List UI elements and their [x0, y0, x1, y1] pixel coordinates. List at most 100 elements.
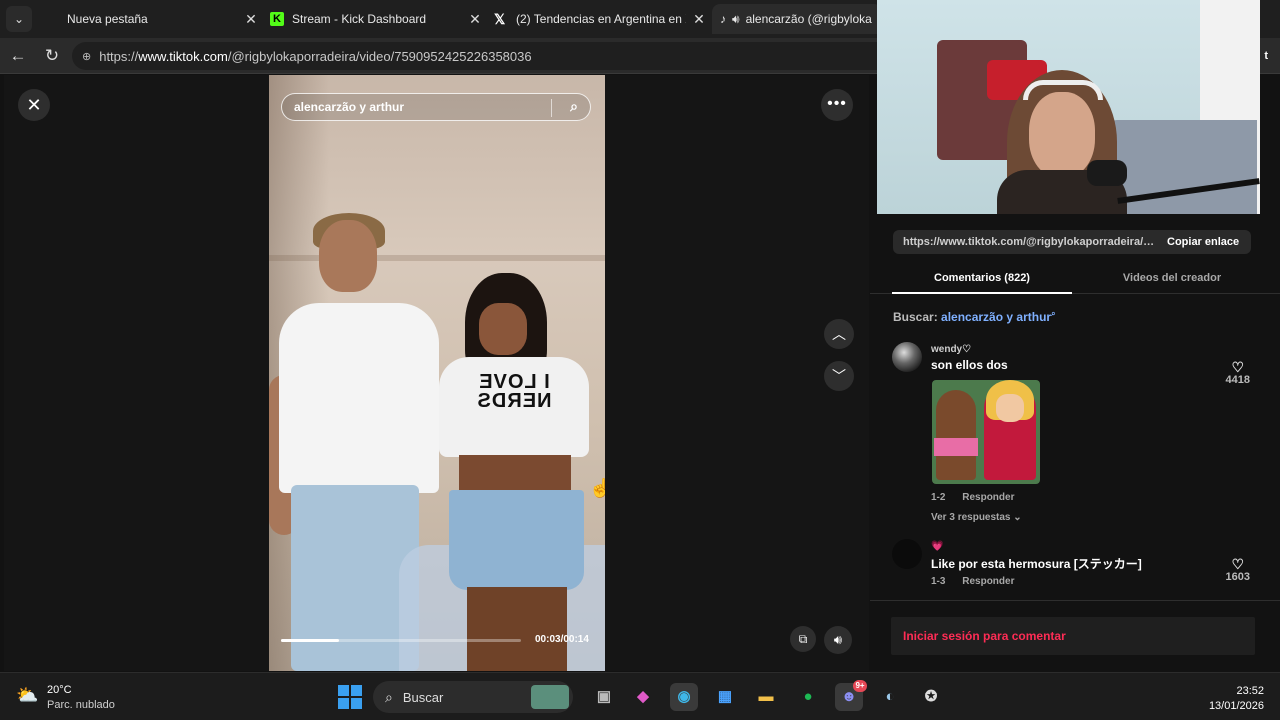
heart-icon: ♡	[1231, 359, 1245, 375]
previous-video-button[interactable]: ︿	[824, 319, 854, 349]
discord-icon[interactable]: ☻ 9+	[835, 680, 867, 711]
video-search-bar[interactable]: alencarzão y arthur ⌕	[281, 93, 591, 121]
copilot-icon[interactable]: ◆	[629, 683, 657, 711]
share-link-box: https://www.tiktok.com/@rigbylokaporrade…	[893, 230, 1251, 254]
volume-button[interactable]: 🔊︎	[824, 626, 852, 654]
picture-in-picture-button[interactable]: ⧉	[790, 626, 816, 652]
reply-button[interactable]: Responder	[962, 492, 1014, 503]
tab-title: (2) Tendencias en Argentina en X	[516, 12, 686, 26]
task-view-icon[interactable]: ▣	[590, 683, 618, 711]
taskbar: ⛅ 20°C Parc. nublado ⌕ Buscar ▣ ◆ ◉ ▦ ▬ …	[0, 672, 1280, 720]
tiktok-logo-icon: ♪	[720, 12, 726, 26]
woman-face	[479, 303, 527, 355]
like-count: 1603	[1225, 571, 1250, 583]
active-tab-indicator	[892, 292, 1072, 294]
clock-date: 13/01/2026	[1208, 700, 1264, 712]
comment-meta: 1-2 Responder	[931, 492, 1014, 503]
search-divider	[551, 99, 552, 117]
shirt-print: I LOVE NERDS	[476, 371, 552, 412]
site-info-icon[interactable]: ⊕	[82, 50, 91, 63]
speaker-icon[interactable]: 🔊︎	[732, 12, 740, 27]
tab-new-tab[interactable]: Nueva pestaña ✕	[44, 4, 260, 34]
like-button[interactable]: ♡ 4418	[1226, 360, 1250, 386]
tab-title: Nueva pestaña	[67, 12, 148, 26]
reply-button[interactable]: Responder	[962, 576, 1014, 587]
view-replies-button[interactable]: Ver 3 respuestas ⌄	[931, 512, 1022, 523]
tab-tiktok-active[interactable]: ♪ 🔊︎ alencarzão (@rigbyloka	[712, 4, 882, 34]
x-logo-icon: 𝕏	[494, 10, 506, 27]
avatar[interactable]	[892, 342, 922, 372]
comment-item: 💗 Like por esta hermosura [ステッカー] 1-3 Re…	[892, 539, 1258, 599]
extension-label[interactable]: t	[1264, 50, 1268, 62]
comments-panel: https://www.tiktok.com/@rigbylokaporrade…	[870, 214, 1280, 671]
panel-tabs: Comentarios (822) Videos del creador	[870, 266, 1280, 294]
like-count: 4418	[1225, 374, 1250, 386]
comment-text: Like por esta hermosura [ステッカー]	[931, 557, 1142, 571]
taskbar-search-label: Buscar	[402, 689, 444, 705]
close-icon: ✕	[26, 95, 42, 115]
close-tab-icon[interactable]: ✕	[242, 10, 260, 28]
windows-start-button[interactable]	[338, 685, 362, 709]
comment-username[interactable]: 💗	[931, 541, 943, 552]
avatar[interactable]	[892, 539, 922, 569]
comment-sticker-image[interactable]	[932, 380, 1040, 484]
system-clock[interactable]: 23:52 13/01/2026	[1209, 684, 1264, 714]
comment-meta: 1-3 Responder	[931, 576, 1014, 587]
login-to-comment-button[interactable]: Iniciar sesión para comentar	[891, 617, 1255, 655]
weather-temperature[interactable]: 20°C	[47, 684, 72, 696]
weather-description[interactable]: Parc. nublado	[47, 699, 115, 711]
heart-icon: ♡	[1231, 556, 1245, 572]
man-shirt	[279, 303, 439, 493]
spotify-icon[interactable]: ●	[794, 683, 822, 711]
tab-comments[interactable]: Comentarios (822)	[892, 272, 1072, 284]
headphones-icon	[1023, 80, 1103, 100]
file-explorer-icon[interactable]: ▬	[752, 683, 780, 711]
sticker-figure-top	[934, 438, 978, 456]
notification-badge: 9+	[853, 680, 867, 692]
video-stage: ✕ ••• I LOVE NERDS alencarzão y arthur ⌕…	[4, 75, 869, 671]
copy-link-button[interactable]: Copiar enlace	[1157, 236, 1239, 248]
comment-username[interactable]: wendy♡	[931, 344, 971, 355]
ellipsis-icon: •••	[827, 95, 847, 112]
woman-torso	[459, 455, 571, 495]
close-video-button[interactable]: ✕	[18, 89, 50, 121]
video-progress-bar[interactable]	[281, 639, 521, 642]
tab-kick-dashboard[interactable]: K Stream - Kick Dashboard ✕	[268, 4, 484, 34]
tiktok-page: ✕ ••• I LOVE NERDS alencarzão y arthur ⌕…	[0, 0, 1280, 671]
taskbar-search[interactable]: ⌕ Buscar	[373, 681, 573, 713]
url-path: /@rigbylokaporradeira/video/759095242522…	[227, 48, 532, 64]
tab-x-trends[interactable]: 𝕏 (2) Tendencias en Argentina en X ✕	[492, 4, 708, 34]
tab-title: alencarzão (@rigbyloka	[745, 12, 872, 26]
chevron-down-icon: ﹀	[832, 368, 846, 384]
search-icon: ⌕	[385, 688, 393, 705]
more-options-button[interactable]: •••	[821, 89, 853, 121]
steam-icon[interactable]: ◐	[876, 683, 904, 711]
tab-title: Stream - Kick Dashboard	[292, 12, 427, 26]
microsoft-store-icon[interactable]: ▦	[711, 683, 739, 711]
hand-cursor-icon: ☝	[589, 478, 605, 498]
weather-cloud-sun-icon[interactable]: ⛅	[16, 685, 40, 709]
tab-creator-videos[interactable]: Videos del creador	[1082, 272, 1262, 284]
search-query-link[interactable]: alencarzão y arthur	[941, 310, 1051, 324]
like-button[interactable]: ♡ 1603	[1226, 557, 1250, 583]
back-button[interactable]: ←	[6, 44, 30, 68]
close-tab-icon[interactable]: ✕	[690, 10, 708, 28]
url-prefix: https://	[99, 48, 139, 64]
kick-logo-icon: K	[270, 12, 284, 26]
url-host: www.tiktok.com	[138, 48, 228, 64]
comment-item: wendy♡ son ellos dos 1-2 Responder Ver 3…	[892, 342, 1258, 523]
video-player[interactable]: I LOVE NERDS alencarzão y arthur ⌕ ☝ 00:…	[269, 75, 605, 671]
next-video-button[interactable]: ﹀	[824, 361, 854, 391]
app-icon[interactable]: ✪	[917, 683, 945, 711]
clock-time: 23:52	[1236, 685, 1264, 697]
share-link-text[interactable]: https://www.tiktok.com/@rigbylokaporrade…	[893, 236, 1157, 248]
chevron-down-icon: ⌄	[13, 12, 25, 26]
close-tab-icon[interactable]: ✕	[466, 10, 484, 28]
reload-button[interactable]: ↻	[40, 44, 64, 68]
tab-actions-menu[interactable]: ⌄	[6, 6, 32, 32]
search-icon[interactable]: ⌕	[570, 98, 578, 115]
edge-browser-icon[interactable]: ◉	[670, 683, 698, 711]
address-bar[interactable]: ⊕ https://www.tiktok.com/@rigbylokaporra…	[72, 42, 892, 70]
search-prefix: Buscar:	[893, 310, 938, 324]
comment-date: 1-2	[931, 492, 946, 503]
